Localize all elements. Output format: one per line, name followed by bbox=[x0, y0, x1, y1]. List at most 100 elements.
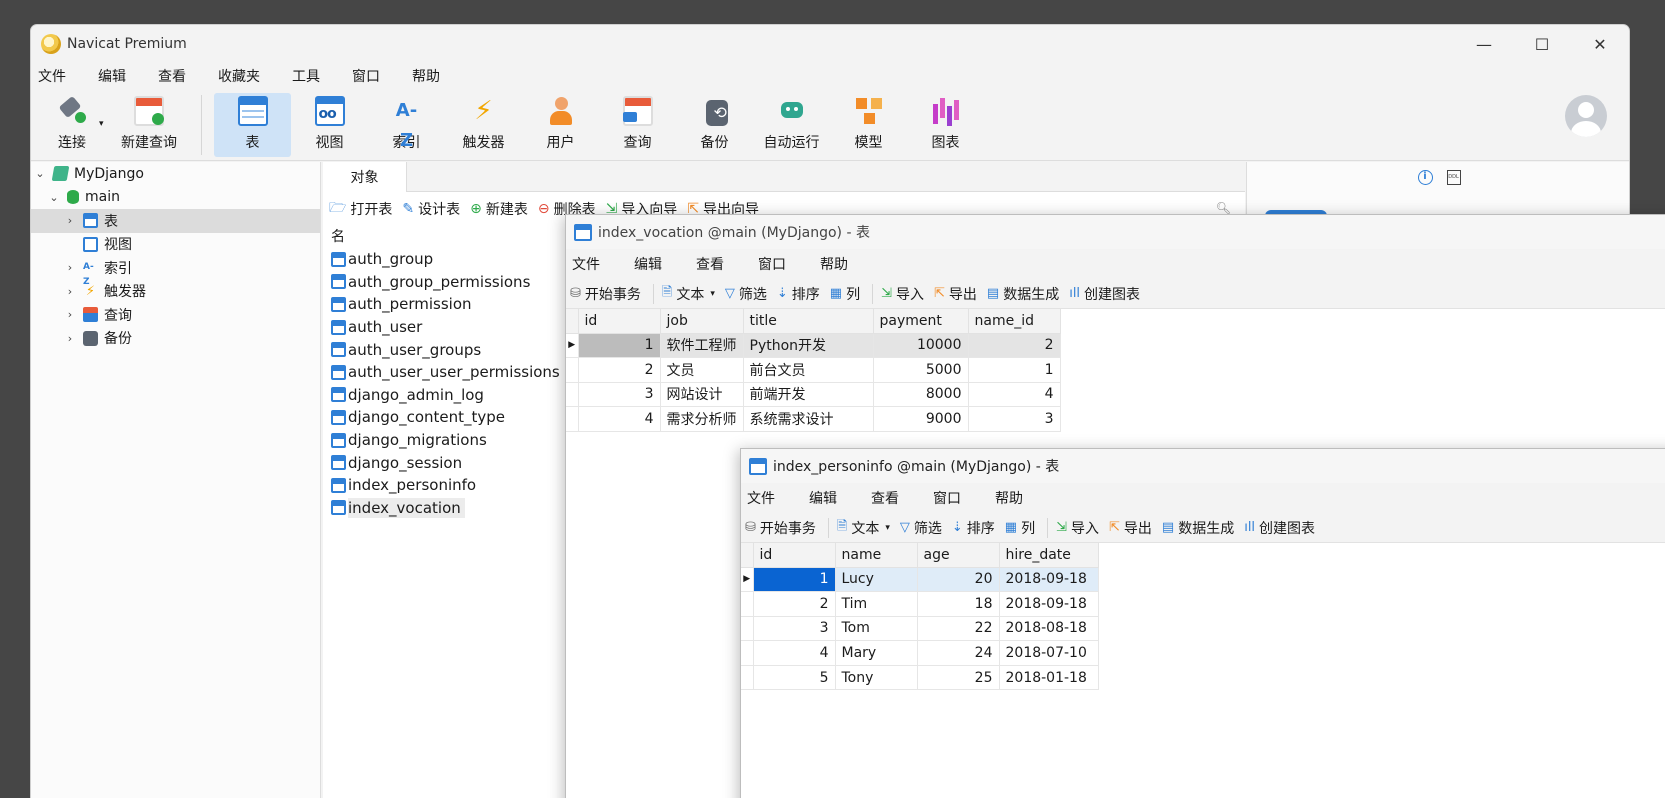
menu-file[interactable]: 文件 bbox=[38, 66, 66, 86]
table-row[interactable]: 5 Tony 25 2018-01-18 bbox=[741, 665, 1099, 691]
chevron-down-icon[interactable]: ▾ bbox=[885, 523, 890, 533]
table-cell-id[interactable]: 1 bbox=[753, 567, 836, 593]
maximize-button[interactable]: ☐ bbox=[1513, 25, 1571, 63]
table-cell-id[interactable]: 4 bbox=[753, 640, 836, 666]
table-row[interactable]: ▶ 1 Lucy 20 2018-09-18 bbox=[741, 567, 1099, 593]
row-header[interactable] bbox=[566, 357, 579, 383]
columns-button[interactable]: ▦ 列 bbox=[830, 284, 860, 304]
current-row-marker-icon[interactable]: ▶ bbox=[741, 567, 754, 593]
sort-button[interactable]: ⇣ 排序 bbox=[952, 518, 995, 538]
filter-button[interactable]: ▽ 筛选 bbox=[900, 518, 942, 538]
table-cell-hire-date[interactable]: 2018-01-18 bbox=[999, 665, 1099, 691]
personinfo-menu-file[interactable]: 文件 bbox=[747, 488, 775, 508]
table-cell-payment[interactable]: 10000 bbox=[873, 333, 969, 359]
import-button[interactable]: ⇲ 导入 bbox=[1056, 518, 1099, 538]
table-cell-age[interactable]: 24 bbox=[917, 640, 1000, 666]
new-table-button[interactable]: ⊕ 新建表 bbox=[470, 199, 528, 219]
vocation-menu-window[interactable]: 窗口 bbox=[758, 254, 786, 274]
chevron-down-icon[interactable]: ⌄ bbox=[33, 167, 47, 180]
search-icon[interactable]: 🔍︎ bbox=[1216, 201, 1231, 215]
new-query-button[interactable]: 新建查询 bbox=[107, 93, 191, 157]
table-cell-name[interactable]: Lucy bbox=[835, 567, 918, 593]
table-cell-age[interactable]: 18 bbox=[917, 591, 1000, 617]
chevron-right-icon[interactable]: › bbox=[63, 261, 77, 274]
table-cell-age[interactable]: 20 bbox=[917, 567, 1000, 593]
row-header[interactable] bbox=[741, 640, 754, 666]
filter-button[interactable]: ▽ 筛选 bbox=[725, 284, 767, 304]
vocation-menu-file[interactable]: 文件 bbox=[572, 254, 600, 274]
column-header-age[interactable]: age bbox=[917, 543, 1000, 568]
ribbon-trigger-button[interactable]: ⚡ 触发器 bbox=[445, 93, 522, 157]
table-cell-name[interactable]: Tim bbox=[835, 591, 918, 617]
text-button[interactable]: 🗎 文本 ▾ bbox=[837, 517, 890, 539]
data-generation-button[interactable]: ▤ 数据生成 bbox=[1162, 518, 1234, 538]
table-cell-payment[interactable]: 8000 bbox=[873, 382, 969, 408]
row-header[interactable] bbox=[741, 665, 754, 691]
table-cell-name-id[interactable]: 2 bbox=[968, 333, 1061, 359]
menu-favorites[interactable]: 收藏夹 bbox=[218, 66, 260, 86]
table-cell-age[interactable]: 22 bbox=[917, 616, 1000, 642]
table-cell-id[interactable]: 3 bbox=[578, 382, 661, 408]
table-row[interactable]: ▶ 1 软件工程师 Python开发 10000 2 bbox=[566, 333, 1061, 359]
table-cell-name-id[interactable]: 1 bbox=[968, 357, 1061, 383]
column-header-hire-date[interactable]: hire_date bbox=[999, 543, 1099, 568]
export-button[interactable]: ⇱ 导出 bbox=[1109, 518, 1152, 538]
table-cell-id[interactable]: 2 bbox=[578, 357, 661, 383]
info-icon[interactable]: i bbox=[1417, 169, 1433, 185]
column-header-id[interactable]: id bbox=[578, 309, 661, 334]
vocation-menu-help[interactable]: 帮助 bbox=[820, 254, 848, 274]
table-cell-age[interactable]: 25 bbox=[917, 665, 1000, 691]
text-button[interactable]: 🗎 文本 ▾ bbox=[662, 283, 715, 305]
chevron-right-icon[interactable]: › bbox=[63, 214, 77, 227]
column-header-name-id[interactable]: name_id bbox=[968, 309, 1061, 334]
table-cell-id[interactable]: 5 bbox=[753, 665, 836, 691]
chevron-down-icon[interactable]: ⌄ bbox=[47, 191, 61, 204]
current-row-marker-icon[interactable]: ▶ bbox=[566, 333, 579, 359]
table-cell-payment[interactable]: 9000 bbox=[873, 406, 969, 432]
table-cell-hire-date[interactable]: 2018-07-10 bbox=[999, 640, 1099, 666]
tree-views[interactable]: 视图 bbox=[31, 233, 320, 257]
design-table-button[interactable]: ✎ 设计表 bbox=[402, 199, 460, 219]
table-cell-job[interactable]: 需求分析师 bbox=[660, 406, 744, 432]
table-cell-id[interactable]: 2 bbox=[753, 591, 836, 617]
row-header[interactable] bbox=[566, 382, 579, 408]
chevron-down-icon[interactable]: ▾ bbox=[710, 289, 715, 299]
table-row[interactable]: 4 Mary 24 2018-07-10 bbox=[741, 640, 1099, 666]
column-header-job[interactable]: job bbox=[660, 309, 744, 334]
menu-window[interactable]: 窗口 bbox=[352, 66, 380, 86]
tree-database-main[interactable]: ⌄ main bbox=[31, 186, 320, 210]
column-header-name[interactable]: name bbox=[835, 543, 918, 568]
tree-backups[interactable]: › 备份 bbox=[31, 327, 320, 351]
create-chart-button[interactable]: ıll 创建图表 bbox=[1069, 284, 1140, 304]
table-row[interactable]: 2 Tim 18 2018-09-18 bbox=[741, 591, 1099, 617]
ribbon-view-button[interactable]: 视图 bbox=[291, 93, 368, 157]
table-cell-id[interactable]: 4 bbox=[578, 406, 661, 432]
tree-connection-mydjango[interactable]: ⌄ MyDjango bbox=[31, 162, 320, 186]
ribbon-table-button[interactable]: 表 bbox=[214, 93, 291, 157]
columns-button[interactable]: ▦ 列 bbox=[1005, 518, 1035, 538]
menu-help[interactable]: 帮助 bbox=[412, 66, 440, 86]
table-cell-hire-date[interactable]: 2018-09-18 bbox=[999, 567, 1099, 593]
table-cell-title[interactable]: Python开发 bbox=[743, 333, 874, 359]
ribbon-automation-button[interactable]: 自动运行 bbox=[753, 93, 830, 157]
table-cell-job[interactable]: 网站设计 bbox=[660, 382, 744, 408]
ribbon-user-button[interactable]: 用户 bbox=[522, 93, 599, 157]
export-button[interactable]: ⇱ 导出 bbox=[934, 284, 977, 304]
personinfo-menu-help[interactable]: 帮助 bbox=[995, 488, 1023, 508]
table-cell-title[interactable]: 系统需求设计 bbox=[743, 406, 874, 432]
import-button[interactable]: ⇲ 导入 bbox=[881, 284, 924, 304]
ddl-icon[interactable]: DDL bbox=[1446, 169, 1461, 185]
menu-edit[interactable]: 编辑 bbox=[98, 66, 126, 86]
table-cell-name-id[interactable]: 3 bbox=[968, 406, 1061, 432]
column-header-payment[interactable]: payment bbox=[873, 309, 969, 334]
table-row[interactable]: 4 需求分析师 系统需求设计 9000 3 bbox=[566, 406, 1061, 432]
tree-triggers[interactable]: › ⚡ 触发器 bbox=[31, 280, 320, 304]
personinfo-menu-edit[interactable]: 编辑 bbox=[809, 488, 837, 508]
column-header-title[interactable]: title bbox=[743, 309, 874, 334]
personinfo-menu-view[interactable]: 查看 bbox=[871, 488, 899, 508]
ribbon-index-button[interactable]: A-Z 索引 bbox=[368, 93, 445, 157]
table-cell-name[interactable]: Mary bbox=[835, 640, 918, 666]
connect-button[interactable]: 连接 bbox=[37, 93, 107, 157]
table-cell-job[interactable]: 软件工程师 bbox=[660, 333, 744, 359]
minimize-button[interactable]: — bbox=[1455, 25, 1513, 63]
